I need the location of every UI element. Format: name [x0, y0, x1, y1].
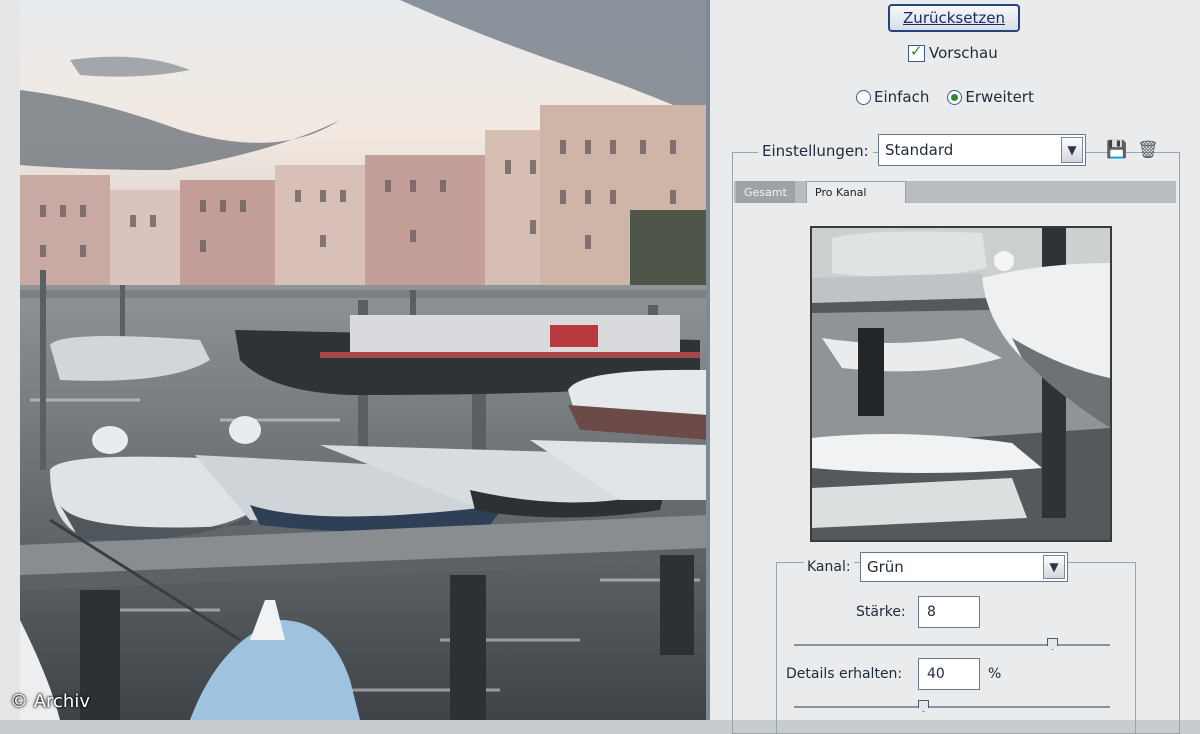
radio-einfach-label: Einfach — [874, 88, 930, 106]
preview-left-border — [0, 0, 21, 720]
radio-einfach[interactable]: Einfach — [856, 88, 929, 106]
checkbox-checked-icon[interactable] — [908, 42, 925, 62]
channel-preview-thumbnail[interactable] — [810, 226, 1112, 542]
filter-settings-panel: Zurücksetzen Vorschau Einfach Erweitert … — [710, 0, 1200, 734]
details-slider-track[interactable] — [794, 706, 1110, 708]
radio-unselected-icon[interactable] — [856, 89, 871, 105]
channel-group-frame — [776, 562, 1136, 734]
tab-gesamt[interactable]: Gesamt — [736, 181, 795, 203]
details-unit: % — [988, 666, 1002, 682]
tab-pro-kanal[interactable]: Pro Kanal — [806, 181, 906, 203]
copyright-label: © Archiv — [10, 691, 90, 712]
radio-selected-icon[interactable] — [947, 89, 963, 105]
image-preview[interactable]: © Archiv — [0, 0, 708, 720]
settings-icon-group: 💾 🗑 — [1106, 140, 1159, 160]
details-input[interactable]: 40 — [918, 658, 980, 690]
strength-slider-track[interactable] — [794, 644, 1110, 646]
channel-dropdown-value: Grün — [867, 558, 904, 576]
save-settings-icon[interactable]: 💾 — [1106, 140, 1127, 160]
radio-erweitert[interactable]: Erweitert — [947, 88, 1034, 106]
chevron-down-icon[interactable]: ▼ — [1043, 555, 1065, 579]
settings-label: Einstellungen: — [758, 142, 873, 160]
preview-checkbox[interactable]: Vorschau — [908, 42, 998, 62]
chevron-down-icon[interactable]: ▼ — [1061, 137, 1083, 163]
mode-radio-group: Einfach Erweitert — [856, 88, 1034, 106]
strength-input[interactable]: 8 — [918, 596, 980, 628]
venice-harbor-photo — [20, 0, 708, 720]
delete-settings-icon[interactable]: 🗑 — [1137, 140, 1159, 160]
strength-label: Stärke: — [856, 604, 906, 620]
details-label: Details erhalten: — [786, 666, 903, 682]
tab-bar — [734, 181, 1176, 203]
channel-dropdown[interactable]: Grün ▼ — [860, 552, 1068, 582]
reset-button[interactable]: Zurücksetzen — [888, 4, 1020, 32]
radio-erweitert-label: Erweitert — [965, 88, 1034, 106]
settings-dropdown[interactable]: Standard ▼ — [878, 134, 1086, 166]
channel-label: Kanal: — [804, 559, 854, 575]
settings-dropdown-value: Standard — [885, 141, 954, 159]
preview-checkbox-label: Vorschau — [929, 44, 998, 62]
channel-grayscale-image — [812, 228, 1110, 540]
